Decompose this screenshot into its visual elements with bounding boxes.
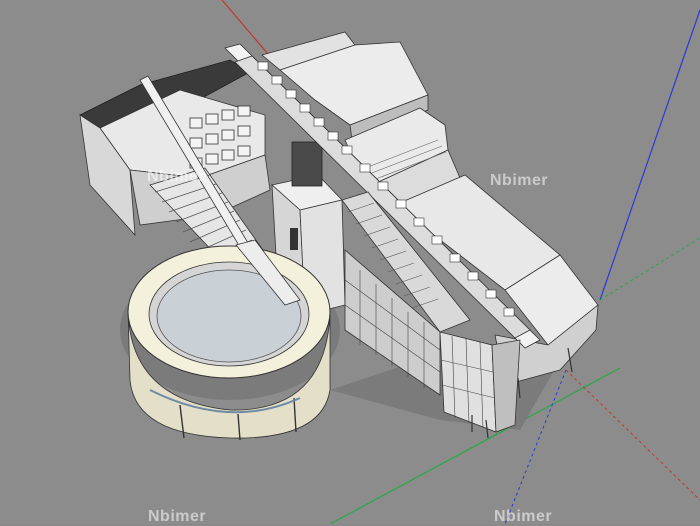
red-axis: [221, 0, 269, 55]
3d-model-viewport[interactable]: Nbimer Nbimer Nbimer Nbimer: [0, 0, 700, 525]
building-model-canvas[interactable]: [0, 0, 700, 524]
glass-facade[interactable]: [439, 331, 521, 439]
green-axis-dashed: [599, 237, 700, 301]
circular-rotunda[interactable]: [127, 245, 331, 441]
blue-axis: [599, 9, 700, 301]
red-axis-dashed: [565, 369, 700, 501]
